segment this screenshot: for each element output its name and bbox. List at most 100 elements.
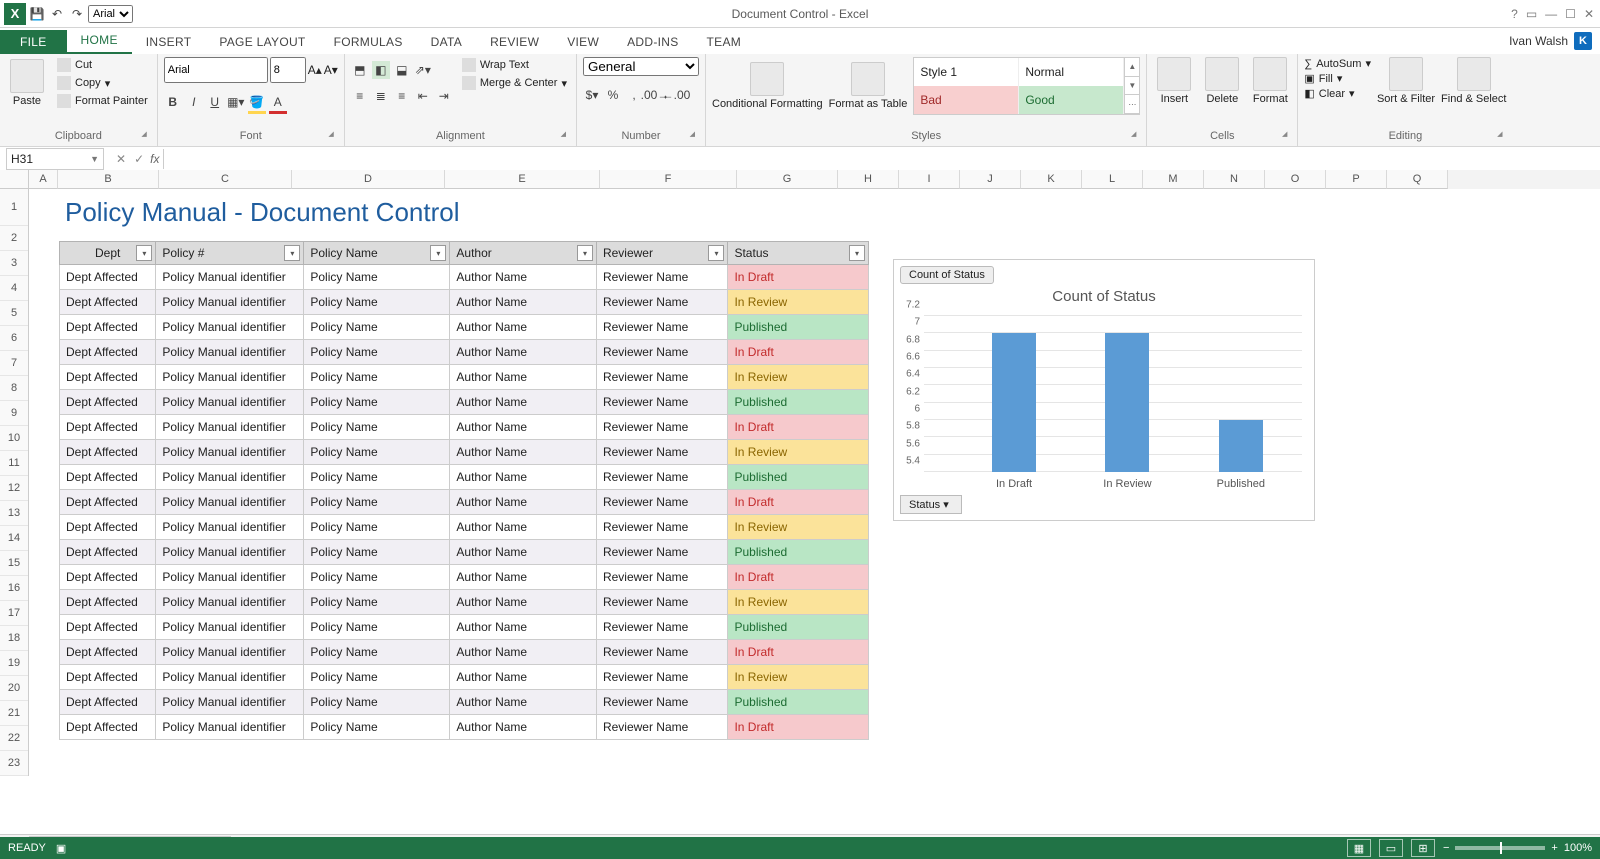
cell[interactable]: Author Name <box>450 315 597 340</box>
row-header[interactable]: 15 <box>0 551 28 576</box>
filter-icon[interactable]: ▾ <box>136 245 152 261</box>
cell[interactable]: Reviewer Name <box>596 265 728 290</box>
cell[interactable]: Dept Affected <box>60 540 156 565</box>
row-header[interactable]: 5 <box>0 301 28 326</box>
cell[interactable]: Author Name <box>450 590 597 615</box>
format-painter-button[interactable]: Format Painter <box>54 93 151 109</box>
table-row[interactable]: Dept AffectedPolicy Manual identifierPol… <box>60 615 869 640</box>
row-header[interactable]: 19 <box>0 651 28 676</box>
decrease-font-icon[interactable]: A▾ <box>324 63 338 77</box>
cell[interactable]: Author Name <box>450 390 597 415</box>
cell[interactable]: Author Name <box>450 415 597 440</box>
status-cell[interactable]: Published <box>728 540 869 565</box>
row-header[interactable]: 17 <box>0 601 28 626</box>
delete-cells-button[interactable]: Delete <box>1201 57 1243 105</box>
row-header[interactable]: 16 <box>0 576 28 601</box>
cell[interactable]: Policy Manual identifier <box>156 715 304 740</box>
cell[interactable]: Dept Affected <box>60 290 156 315</box>
cell[interactable]: Dept Affected <box>60 365 156 390</box>
cell[interactable]: Reviewer Name <box>596 640 728 665</box>
help-icon[interactable]: ? <box>1511 7 1518 21</box>
cell[interactable]: Author Name <box>450 615 597 640</box>
column-header-A[interactable]: A <box>29 170 58 189</box>
column-header-P[interactable]: P <box>1326 170 1387 189</box>
table-row[interactable]: Dept AffectedPolicy Manual identifierPol… <box>60 690 869 715</box>
chart-field-button[interactable]: Count of Status <box>900 266 994 284</box>
row-header[interactable]: 14 <box>0 526 28 551</box>
cell[interactable]: Author Name <box>450 690 597 715</box>
cell[interactable]: Author Name <box>450 265 597 290</box>
cell[interactable]: Dept Affected <box>60 465 156 490</box>
row-header[interactable]: 7 <box>0 351 28 376</box>
cell[interactable]: Author Name <box>450 440 597 465</box>
cell[interactable]: Reviewer Name <box>596 315 728 340</box>
tab-add-ins[interactable]: ADD-INS <box>613 30 692 54</box>
status-cell[interactable]: In Draft <box>728 565 869 590</box>
row-header[interactable]: 12 <box>0 476 28 501</box>
table-row[interactable]: Dept AffectedPolicy Manual identifierPol… <box>60 465 869 490</box>
cell[interactable]: Dept Affected <box>60 490 156 515</box>
zoom-out-icon[interactable]: − <box>1443 842 1449 854</box>
cell[interactable]: Policy Manual identifier <box>156 390 304 415</box>
filter-icon[interactable]: ▾ <box>708 245 724 261</box>
cell[interactable]: Author Name <box>450 640 597 665</box>
cell[interactable]: Reviewer Name <box>596 565 728 590</box>
column-header-I[interactable]: I <box>899 170 960 189</box>
macro-record-icon[interactable]: ▣ <box>56 842 66 855</box>
chart-bar[interactable] <box>1219 420 1263 472</box>
decrease-decimal-icon[interactable]: ←.00 <box>667 86 685 104</box>
align-top-icon[interactable]: ⬒ <box>351 61 369 79</box>
status-cell[interactable]: In Draft <box>728 265 869 290</box>
filter-icon[interactable]: ▾ <box>284 245 300 261</box>
tab-formulas[interactable]: FORMULAS <box>320 30 417 54</box>
page-break-view-button[interactable]: ⊞ <box>1411 839 1435 857</box>
status-cell[interactable]: In Draft <box>728 415 869 440</box>
cell[interactable]: Reviewer Name <box>596 490 728 515</box>
qat-font-select[interactable]: Arial <box>88 5 133 23</box>
cell[interactable]: Reviewer Name <box>596 715 728 740</box>
insert-cells-button[interactable]: Insert <box>1153 57 1195 105</box>
cell[interactable]: Dept Affected <box>60 590 156 615</box>
wrap-text-button[interactable]: Wrap Text <box>459 57 570 73</box>
status-cell[interactable]: In Review <box>728 365 869 390</box>
cell[interactable]: Policy Name <box>304 690 450 715</box>
cell[interactable]: Reviewer Name <box>596 515 728 540</box>
row-header[interactable]: 22 <box>0 726 28 751</box>
cell[interactable]: Policy Manual identifier <box>156 440 304 465</box>
cell[interactable]: Reviewer Name <box>596 365 728 390</box>
column-header-Q[interactable]: Q <box>1387 170 1448 189</box>
cell[interactable]: Author Name <box>450 515 597 540</box>
user-account[interactable]: Ivan Walsh K <box>1501 28 1600 54</box>
tab-insert[interactable]: INSERT <box>132 30 206 54</box>
formula-input[interactable] <box>163 149 1600 169</box>
align-right-icon[interactable]: ≡ <box>393 87 411 105</box>
borders-button[interactable]: ▦▾ <box>227 93 245 111</box>
cell[interactable]: Dept Affected <box>60 390 156 415</box>
table-row[interactable]: Dept AffectedPolicy Manual identifierPol… <box>60 590 869 615</box>
format-cells-button[interactable]: Format <box>1249 57 1291 105</box>
cell[interactable]: Author Name <box>450 290 597 315</box>
cell[interactable]: Dept Affected <box>60 315 156 340</box>
column-header-O[interactable]: O <box>1265 170 1326 189</box>
cell[interactable]: Dept Affected <box>60 265 156 290</box>
status-cell[interactable]: In Review <box>728 515 869 540</box>
cell[interactable]: Policy Manual identifier <box>156 540 304 565</box>
row-header[interactable]: 6 <box>0 326 28 351</box>
column-header-K[interactable]: K <box>1021 170 1082 189</box>
align-left-icon[interactable]: ≡ <box>351 87 369 105</box>
table-header[interactable]: Reviewer▾ <box>596 242 728 265</box>
cell[interactable]: Reviewer Name <box>596 690 728 715</box>
cell[interactable]: Policy Name <box>304 590 450 615</box>
table-row[interactable]: Dept AffectedPolicy Manual identifierPol… <box>60 715 869 740</box>
maximize-icon[interactable]: ☐ <box>1565 7 1576 21</box>
cell[interactable]: Policy Manual identifier <box>156 415 304 440</box>
cell[interactable]: Policy Name <box>304 715 450 740</box>
cell[interactable]: Policy Name <box>304 315 450 340</box>
table-row[interactable]: Dept AffectedPolicy Manual identifierPol… <box>60 415 869 440</box>
style-bad[interactable]: Bad <box>914 86 1019 114</box>
row-header[interactable]: 18 <box>0 626 28 651</box>
table-row[interactable]: Dept AffectedPolicy Manual identifierPol… <box>60 565 869 590</box>
tab-view[interactable]: VIEW <box>553 30 613 54</box>
cell[interactable]: Policy Name <box>304 465 450 490</box>
cell[interactable]: Dept Affected <box>60 565 156 590</box>
